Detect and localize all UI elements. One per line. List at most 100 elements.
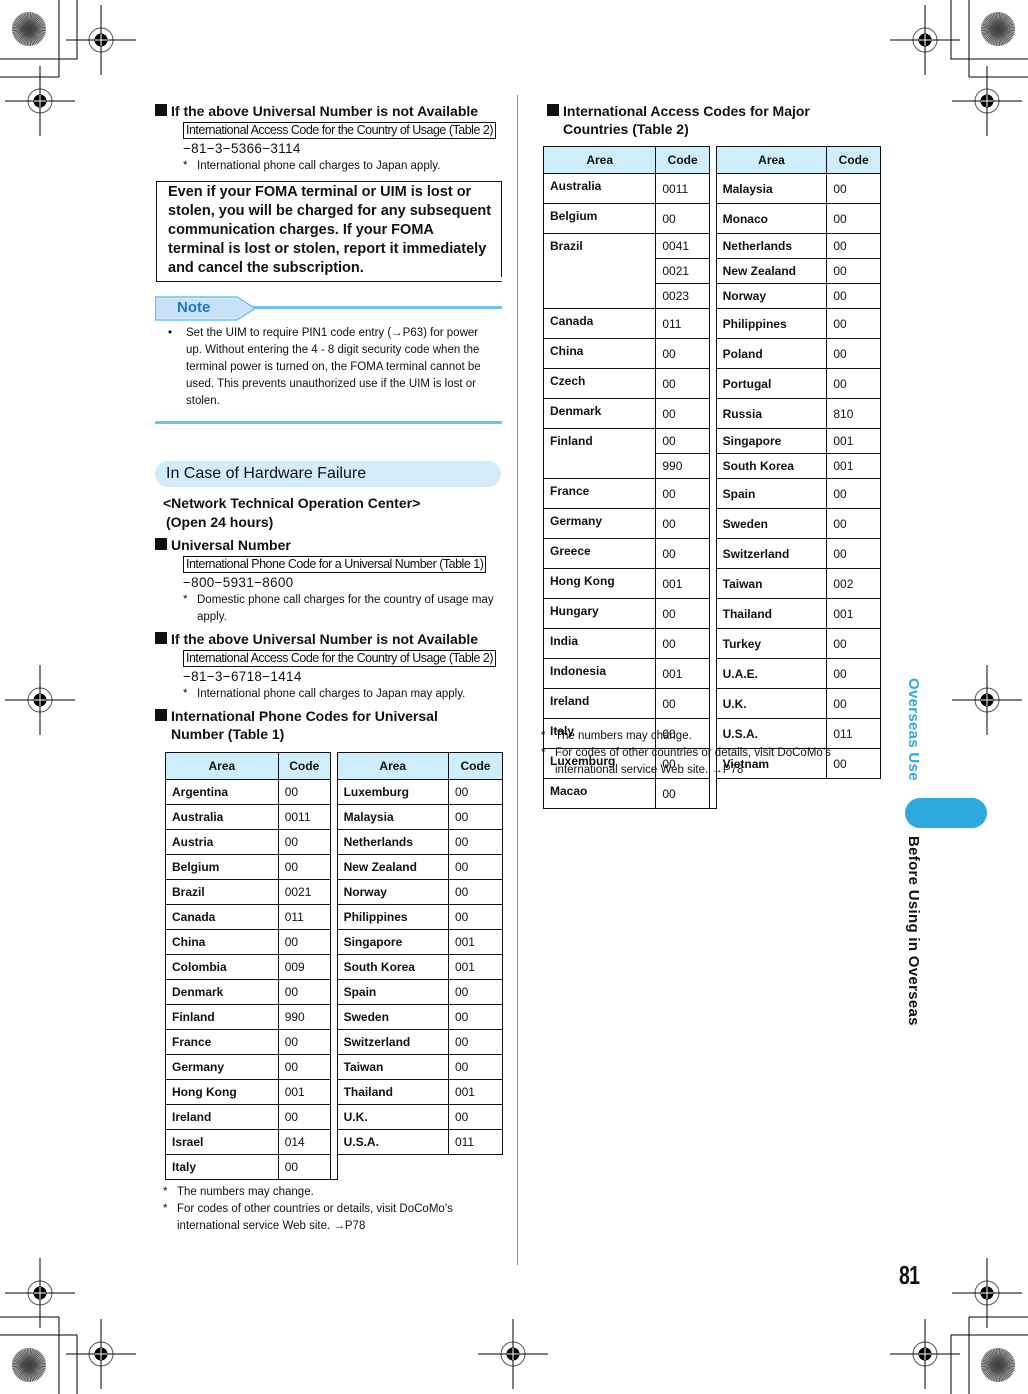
table-row: Austria 00 Netherlands 00 bbox=[165, 829, 504, 855]
area-cell: U.S.A. bbox=[336, 1129, 449, 1155]
code-cell: 011 bbox=[277, 904, 331, 930]
table-row: Denmark 00 Russia 810 bbox=[542, 398, 881, 429]
area-cell: Taiwan bbox=[336, 1054, 449, 1080]
area-cell: Finland bbox=[165, 1004, 279, 1030]
table-row: Argentina 00 Luxemburg 00 bbox=[165, 779, 504, 805]
code-cell: 00 bbox=[277, 854, 331, 880]
area-cell: Thailand bbox=[336, 1079, 449, 1105]
area-cell: Ireland bbox=[542, 688, 657, 719]
code-cell: 00 bbox=[447, 904, 504, 930]
footnote: The numbers may change. bbox=[177, 1186, 314, 1198]
block-universal-unavailable-1: If the above Universal Number is not Ava… bbox=[155, 102, 509, 175]
footnote: * International phone call charges to Jap… bbox=[183, 160, 441, 172]
area-cell: Spain bbox=[336, 979, 449, 1005]
table1-universal-codes: Area Code Area Code Argentina 00 Luxemburg… bbox=[165, 752, 504, 1180]
section-title: In Case of Hardware Failure bbox=[155, 461, 501, 487]
code-cell: 00 bbox=[277, 979, 331, 1005]
table-row: Canada 011 Philippines 00 bbox=[165, 904, 504, 930]
area-cell: Switzerland bbox=[715, 538, 828, 569]
code-cell: 002 bbox=[826, 568, 881, 599]
center-name: <Network Technical Operation Center> bbox=[163, 495, 421, 511]
area-cell: Switzerland bbox=[336, 1029, 449, 1055]
footnote: * Domestic phone call charges for the cou… bbox=[183, 594, 494, 623]
operation-center: <Network Technical Operation Center> (Op… bbox=[163, 494, 508, 532]
table1-footnotes: * The numbers may change. * For codes of o… bbox=[163, 1184, 503, 1235]
code-cell: 00 bbox=[277, 779, 331, 805]
table-row: Denmark 00 Spain 00 bbox=[165, 979, 504, 1005]
footnote-with-link[interactable]: For codes of other countries or details,… bbox=[555, 745, 865, 779]
code-cell: 990 bbox=[655, 453, 711, 479]
col-code: Code bbox=[447, 752, 504, 780]
table-row: Finland 00 Singapore 001 bbox=[542, 428, 881, 479]
phone-number: −81−3−6718−1414 bbox=[183, 669, 302, 684]
area-cell: Poland bbox=[715, 338, 828, 369]
table-row: Germany 00 Sweden 00 bbox=[542, 508, 881, 539]
table1-heading: International Phone Codes for Universal … bbox=[171, 708, 438, 742]
block-heading: If the above Universal Number is not Ava… bbox=[171, 631, 479, 647]
side-index-tab[interactable] bbox=[905, 798, 987, 828]
code-cell: 00 bbox=[447, 979, 504, 1005]
code-cell: 00 bbox=[655, 398, 711, 429]
table-row: Israel 014 U.S.A. 011 bbox=[165, 1129, 504, 1155]
code-cell: 00 bbox=[655, 368, 711, 399]
area-cell: Canada bbox=[542, 308, 657, 339]
code-cell: 014 bbox=[277, 1129, 331, 1155]
area-cell: Germany bbox=[542, 508, 657, 539]
boxed-label: International Phone Code for a Universal… bbox=[183, 556, 487, 573]
code-cell: 00 bbox=[826, 233, 881, 259]
code-cell: 001 bbox=[447, 1079, 504, 1105]
code-cell: 0023 bbox=[655, 283, 711, 309]
square-bullet-icon bbox=[155, 632, 167, 644]
code-cell: 00 bbox=[826, 203, 881, 234]
note-body: • Set the UIM to require PIN1 code entry… bbox=[168, 325, 498, 410]
area-cell: Malaysia bbox=[336, 804, 449, 830]
column-divider bbox=[517, 95, 518, 1265]
area-cell: Russia bbox=[715, 398, 828, 429]
code-cell: 0041 bbox=[655, 233, 711, 259]
block-universal-number: Universal Number International Phone Cod… bbox=[155, 536, 509, 626]
code-cell: 00 bbox=[826, 258, 881, 284]
code-cell: 001 bbox=[655, 658, 711, 689]
code-cell: 00 bbox=[277, 829, 331, 855]
table-row: Greece 00 Switzerland 00 bbox=[542, 538, 881, 569]
phone-number: −81−3−5366−3114 bbox=[183, 141, 301, 156]
area-cell: Portugal bbox=[715, 368, 828, 399]
page-number: 81 bbox=[899, 1260, 920, 1290]
col-area: Area bbox=[336, 752, 449, 780]
code-cell: 00 bbox=[655, 338, 711, 369]
table2-access-codes: Area Code Area Code Australia 0011 Malaysi… bbox=[542, 146, 881, 809]
col-area: Area bbox=[542, 146, 657, 174]
code-cell: 00 bbox=[826, 538, 881, 569]
area-cell: Turkey bbox=[715, 628, 828, 659]
area-cell: U.K. bbox=[336, 1104, 449, 1130]
area-cell: Finland bbox=[542, 428, 657, 479]
area-cell: Belgium bbox=[165, 854, 279, 880]
area-cell: Monaco bbox=[715, 203, 828, 234]
center-hours: (Open 24 hours) bbox=[166, 514, 274, 530]
area-cell: Spain bbox=[715, 478, 828, 509]
area-cell: Austria bbox=[165, 829, 279, 855]
area-cell: New Zealand bbox=[715, 258, 828, 284]
area-cell: Italy bbox=[165, 1154, 279, 1180]
table1-heading-block: International Phone Codes for Universal … bbox=[155, 707, 469, 743]
warning-text: Even if your FOMA terminal or UIM is los… bbox=[156, 181, 502, 282]
code-cell: 001 bbox=[826, 598, 881, 629]
bullet-icon: • bbox=[168, 327, 173, 339]
area-cell: Sweden bbox=[715, 508, 828, 539]
footnote-with-link[interactable]: For codes of other countries or details,… bbox=[177, 1201, 487, 1235]
side-chapter-label: Before Using in Overseas bbox=[905, 836, 922, 1026]
area-cell: Singapore bbox=[715, 428, 828, 454]
table-row: Australia 0011 Malaysia 00 bbox=[542, 173, 881, 204]
code-cell: 00 bbox=[447, 1104, 504, 1130]
code-cell: 00 bbox=[655, 508, 711, 539]
code-cell: 00 bbox=[277, 1154, 331, 1180]
code-cell: 00 bbox=[655, 628, 711, 659]
area-cell: U.A.E. bbox=[715, 658, 828, 689]
area-cell: France bbox=[542, 478, 657, 509]
area-cell: Israel bbox=[165, 1129, 279, 1155]
area-cell: U.K. bbox=[715, 688, 828, 719]
code-cell: 00 bbox=[655, 203, 711, 234]
table-row: China 00 Singapore 001 bbox=[165, 929, 504, 955]
code-cell: 001 bbox=[655, 568, 711, 599]
area-cell: Indonesia bbox=[542, 658, 657, 689]
